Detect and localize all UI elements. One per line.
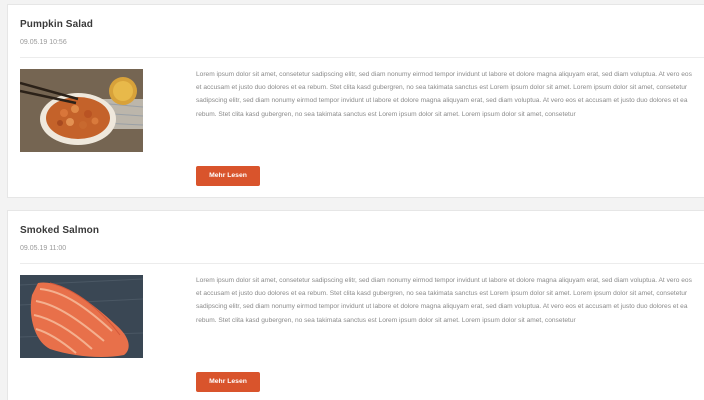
- read-more-button[interactable]: Mehr Lesen: [196, 166, 260, 186]
- read-more-button[interactable]: Mehr Lesen: [196, 372, 260, 392]
- post-title[interactable]: Smoked Salmon: [20, 225, 99, 236]
- post-excerpt: Lorem ipsum dolor sit amet, consetetur s…: [196, 71, 692, 118]
- post-title[interactable]: Pumpkin Salad: [20, 19, 93, 30]
- post-excerpt: Lorem ipsum dolor sit amet, consetetur s…: [196, 277, 692, 324]
- post-date: 09.05.19 11:00: [20, 245, 67, 252]
- blog-post-list: Pumpkin Salad 09.05.19 10:56 Lorem ipsum…: [0, 0, 704, 400]
- smoked-salmon-photo-graphic: [20, 275, 143, 358]
- post-date: 09.05.19 10:56: [20, 39, 67, 46]
- smoked-salmon-photo[interactable]: [20, 275, 143, 358]
- post-card: Pumpkin Salad 09.05.19 10:56 Lorem ipsum…: [7, 4, 704, 198]
- divider: [20, 57, 704, 58]
- pumpkin-salad-photo-graphic: [20, 69, 143, 152]
- divider: [20, 263, 704, 264]
- post-card: Smoked Salmon 09.05.19 11:00 Lorem ipsum…: [7, 210, 704, 400]
- pumpkin-salad-photo[interactable]: [20, 69, 143, 152]
